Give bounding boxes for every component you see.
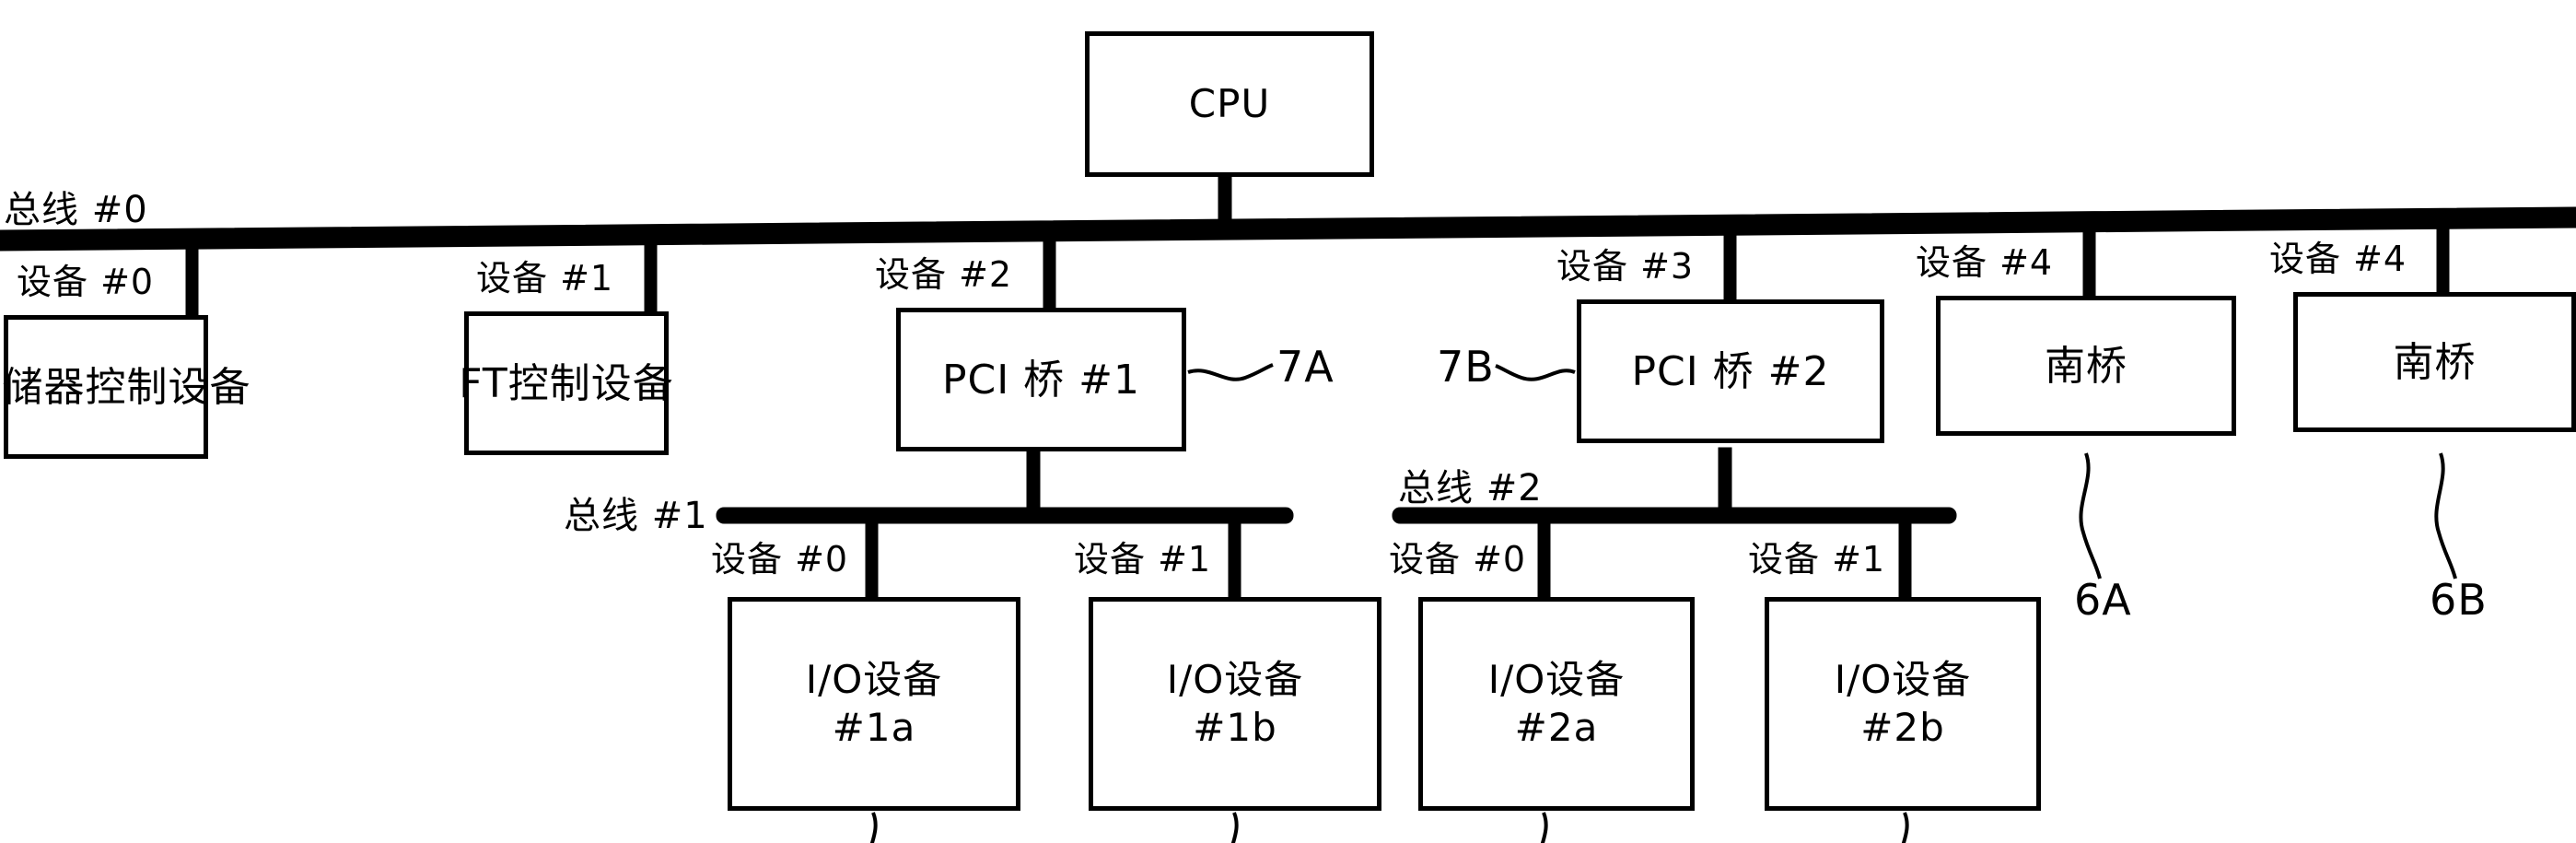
io-device-2b-label-line1: I/O设备 [1834,656,1972,702]
bus0-stem-dev0 [185,240,199,316]
bus1-stem-dev1 [1228,515,1241,600]
io-device-2a-box: I/O设备 #2a [1418,597,1695,811]
bus2-stem-dev0 [1537,515,1551,600]
bus0-label: 总线 #0 [4,189,148,231]
bus0-stem-dev3 [1723,223,1737,308]
io-device-1b-label-line2: #1b [1193,705,1277,750]
bus0-slot-label-dev0: 设备 #0 [17,262,155,302]
pci-bridge-1-label: PCI 桥 #1 [941,356,1141,404]
leader-5-2b [1901,812,1909,843]
ft-control-device-box: FT控制设备 [459,311,673,455]
bus1-label: 总线 #1 [564,495,708,537]
bus0-slot-label-dev2: 设备 #2 [875,254,1013,295]
bus0-slot-label-dev1: 设备 #1 [476,258,614,299]
leader-5-1a [869,812,878,843]
leader-7a [1187,363,1274,381]
leader-6a [2079,452,2102,580]
bus2-label: 总线 #2 [1398,467,1543,509]
ref-7a: 7A [1276,342,1335,392]
io-device-1a-label-line1: I/O设备 [805,656,943,702]
pci-bridge-2-label: PCI 桥 #2 [1631,347,1830,395]
ref-7b: 7B [1437,342,1495,392]
leader-5-1b [1540,812,1548,843]
pci-bridge-1-box: PCI 桥 #1 [896,308,1186,451]
bus0-stem-dev4a [2082,220,2096,305]
south-bridge-b-label: 南桥 [2393,338,2477,386]
bus0-line [0,206,2576,252]
cpu-label: CPU [1188,80,1271,126]
bus0-slot-label-dev4a: 设备 #4 [1916,242,2054,283]
pci-bridge-2-box: PCI 桥 #2 [1577,299,1884,443]
bus0-stem-dev4b [2436,217,2450,301]
bus2-stem-dev1 [1898,515,1912,600]
io-device-2b-box: I/O设备 #2b [1765,597,2041,811]
cpu-box: CPU [1085,31,1374,177]
leader-6b [2434,452,2457,580]
io-device-1b-box: I/O设备 #1b [1089,597,1381,811]
bus0-stem-dev2 [1043,233,1056,310]
bus2-line [1392,507,1957,524]
south-bridge-a-box: 南桥 [1936,296,2236,436]
io-device-2b-label-line2: #2b [1860,705,1945,750]
io-device-1b-label-line1: I/O设备 [1166,656,1304,702]
south-bridge-b-box: 南桥 [2293,292,2576,432]
leader-5-2a [1230,812,1239,843]
io-device-1a-box: I/O设备 #1a [728,597,1020,811]
io-device-1a-label-line2: #1a [832,705,916,750]
bus2-slot-label-dev0: 设备 #0 [1389,539,1527,580]
cpu-stem [1218,172,1232,237]
bus0-slot-label-dev4b: 设备 #4 [2269,239,2407,279]
bus1-slot-label-dev0: 设备 #0 [711,539,849,580]
bus1-slot-label-dev1: 设备 #1 [1074,539,1212,580]
memory-control-device-box: 存储器控制设备 [0,315,251,459]
memory-control-device-label: 存储器控制设备 [0,363,251,411]
ft-control-device-label: FT控制设备 [459,359,674,407]
bus2-slot-label-dev1: 设备 #1 [1748,539,1886,580]
south-bridge-a-label: 南桥 [2045,342,2127,390]
bus0-slot-label-dev3: 设备 #3 [1556,246,1695,287]
bus1-stem-dev0 [865,515,879,600]
io-device-2a-label-line2: #2a [1514,705,1599,750]
ref-6a: 6A [2074,575,2132,625]
io-device-2a-label-line1: I/O设备 [1487,656,1626,702]
figure-block-diagram: CPU 总线 #0 设备 #0 设备 #1 设备 #2 设备 #3 设备 #4 … [0,0,2576,843]
bus0-stem-dev1 [644,237,658,314]
ref-6b: 6B [2430,575,2488,625]
bus1-line [716,507,1294,524]
leader-7b [1495,364,1576,381]
